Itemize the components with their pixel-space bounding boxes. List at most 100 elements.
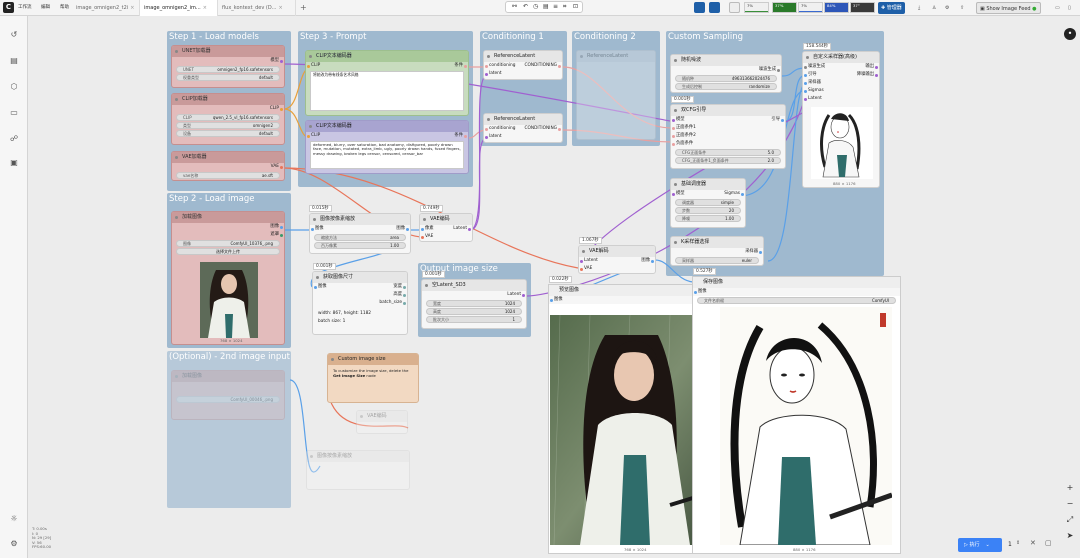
user-icon[interactable]: ♙ [929, 2, 939, 14]
manager-button[interactable]: ✚ 管理器 [878, 2, 905, 14]
input-slot[interactable] [307, 64, 310, 68]
input-slot[interactable] [672, 192, 675, 196]
pointer-icon[interactable]: ➤ [1064, 530, 1076, 542]
upscale-method-select[interactable]: 缩放方法 area [314, 234, 406, 241]
vae-encode-node[interactable]: VAE编码 像素 Latent VAE [419, 213, 473, 242]
stepper-icon[interactable]: ⇕ [1016, 540, 1020, 546]
output-slot[interactable] [558, 127, 561, 131]
reference-latent-node-1[interactable]: ReferenceLatent conditioning CONDITIONING… [483, 50, 563, 80]
clock-icon[interactable]: ◷ [533, 3, 538, 10]
chat-icon[interactable]: • [1064, 28, 1076, 40]
dual-cfg-guider-node[interactable]: 双CFG引导 模型 引导 正面条件1 正面条件2 负面条件 CFG正面条件 5.0 … [670, 104, 786, 169]
model-library-icon[interactable]: ☍ [9, 134, 19, 144]
history-icon[interactable]: ↺ [9, 30, 19, 40]
show-image-feed-button[interactable]: ▣ Show Image Feed ● [976, 2, 1041, 14]
get-image-size-node[interactable]: 获取图像尺寸 图像 宽度 高度 batch_size width: 867, he… [312, 271, 408, 335]
undo-icon[interactable]: ↶ [523, 3, 528, 10]
output-slot[interactable] [759, 250, 762, 254]
output-slot[interactable] [522, 293, 525, 297]
negative-prompt-textarea[interactable]: deformed, blurry, over saturation, bad a… [310, 141, 464, 169]
output-slot[interactable] [781, 118, 784, 122]
vae-name-select[interactable]: vae名称 ae.sft [176, 172, 280, 179]
output-slot[interactable] [280, 225, 283, 229]
input-slot[interactable] [580, 267, 583, 271]
output-slot[interactable] [406, 227, 409, 231]
node-library-icon[interactable]: ⬡ [9, 82, 19, 92]
input-slot[interactable] [804, 89, 807, 93]
megapixels-input[interactable]: 百万像素 1.00 [314, 242, 406, 249]
output-slot[interactable] [280, 107, 283, 111]
output-slot[interactable] [280, 59, 283, 63]
output-slot[interactable] [403, 293, 406, 297]
saved-lineart-image[interactable] [720, 307, 892, 545]
scheduler-select[interactable]: 调度器 simple [675, 199, 741, 206]
image-scale-2-node[interactable]: 图像按像素缩放 [306, 450, 410, 490]
input-slot[interactable] [672, 134, 675, 138]
input-slot[interactable] [694, 290, 697, 294]
clip-name-select[interactable]: CLIP qwen_2.5_vl_fp16.safetensors [176, 114, 280, 121]
input-slot[interactable] [485, 72, 488, 76]
input-slot[interactable] [307, 134, 310, 138]
output-slot[interactable] [403, 301, 406, 305]
denoise-input[interactable]: 降噪 1.00 [675, 215, 741, 222]
clip-text-encode-positive[interactable]: CLIP文本编码器 CLIP 条件 将她改为带有线条艺术风格 [305, 50, 469, 116]
input-slot[interactable] [672, 126, 675, 130]
vae-encode-2-node[interactable]: VAE编码 [356, 410, 408, 434]
zoom-out-icon[interactable]: − [1064, 498, 1076, 510]
weight-dtype-select[interactable]: 权重类型 default [176, 74, 280, 81]
reference-latent-node-2[interactable]: ReferenceLatent conditioning CONDITIONING… [483, 113, 563, 143]
download-icon[interactable]: ⤓ [915, 2, 923, 14]
menu-edit[interactable]: 编辑 [41, 4, 50, 10]
batch-count[interactable]: 1 [1008, 541, 1012, 548]
control-after-generate-select[interactable]: 生成后控制 randomize [675, 83, 777, 90]
chart-icon[interactable]: ▤ [543, 3, 549, 10]
sampler-custom-advanced-node[interactable]: 自定义采样器(高级) 噪波生成 输出 引导 降噪输出 采样器 Sigmas Late… [802, 51, 880, 188]
width-input[interactable]: 宽度 1024 [426, 300, 522, 307]
upload-button[interactable]: 选择文件上传 [176, 248, 280, 255]
fit-view-icon[interactable]: ⤢ [1064, 514, 1076, 526]
sampler-preview-thumbnail[interactable] [811, 107, 873, 179]
vae-decode-node[interactable]: VAE解码 Latent 图像 VAE [578, 245, 656, 274]
unet-loader-node[interactable]: UNET加载器 模型 UNET omnigen2_fp16.safetensors… [171, 45, 285, 88]
tab-workflow-1[interactable]: image_omnigen2_t2i × [72, 0, 140, 16]
workflows-icon[interactable]: ▭ [9, 108, 19, 118]
steps-input[interactable]: 步数 20 [675, 207, 741, 214]
input-slot[interactable] [421, 227, 424, 231]
output-slot[interactable] [875, 73, 878, 77]
ksampler-select-node[interactable]: K采样器选择 采样器 采样器 euler [670, 236, 764, 266]
queue-icon[interactable]: ▤ [9, 56, 19, 66]
output-slot[interactable] [875, 65, 878, 69]
tab-workflow-3[interactable]: flux_kontext_dev (D... × [218, 0, 296, 16]
input-slot[interactable] [311, 227, 314, 231]
vae-loader-node[interactable]: VAE加载器 VAE vae名称 ae.sft [171, 151, 285, 181]
templates-icon[interactable]: ▣ [9, 158, 19, 168]
menu-workflow[interactable]: 工作流 [18, 4, 32, 10]
image-file-select[interactable]: 图像 ComfyUI_10376_.png [176, 240, 280, 247]
cfg-cond2-negative-input[interactable]: CFG_正面条件1_负面条件 2.0 [675, 157, 781, 164]
tab-workflow-2[interactable]: image_omnigen2_im... × [140, 0, 218, 16]
output-slot[interactable] [280, 233, 283, 237]
settings-gear-icon[interactable]: ⚙ [9, 539, 19, 549]
reference-latent-node-3[interactable]: ReferenceLatent [576, 50, 656, 140]
input-slot[interactable] [485, 127, 488, 131]
clip-text-encode-negative[interactable]: CLIP文本编码器 CLIP 条件 deformed, blurry, over … [305, 120, 469, 174]
height-input[interactable]: 高度 1024 [426, 308, 522, 315]
load-image-node[interactable]: 加载图像 图像 遮罩 图像 ComfyUI_10376_.png 选择文件上传 7… [171, 211, 285, 345]
output-slot[interactable] [464, 134, 467, 138]
output-slot[interactable] [403, 285, 406, 289]
close-icon[interactable]: × [130, 5, 134, 11]
output-slot[interactable] [777, 68, 780, 72]
cfg-conds-input[interactable]: CFG正面条件 5.0 [675, 149, 781, 156]
empty-latent-sd3-node[interactable]: 空Latent_SD3 Latent 宽度 1024 高度 1024 批次大小 1 [421, 279, 527, 329]
clip-type-select[interactable]: 类型 omnigen2 [176, 122, 280, 129]
link-icon[interactable]: ⚯ [512, 3, 517, 10]
prompt-textarea[interactable]: 将她改为带有线条艺术风格 [310, 71, 464, 111]
input-slot[interactable] [672, 118, 675, 122]
input-slot[interactable] [804, 97, 807, 101]
save-image-node[interactable]: 保存图像 图像 文件名前缀 ComfyUI 880 × 1176 [692, 276, 901, 554]
clip-loader-node[interactable]: CLIP加载器 CLIP CLIP qwen_2.5_vl_fp16.safete… [171, 93, 285, 145]
output-slot[interactable] [558, 64, 561, 68]
theme-icon[interactable]: ☼ [9, 514, 19, 524]
input-slot[interactable] [804, 73, 807, 77]
menu-help[interactable]: 帮助 [60, 4, 69, 10]
